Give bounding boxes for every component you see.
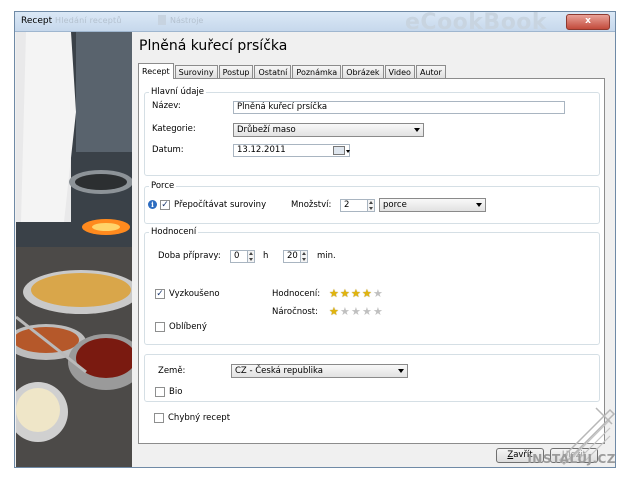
faulty-recipe-label: Chybný recept: [168, 413, 231, 423]
difficulty-label: Náročnost:: [272, 307, 318, 317]
close-icon: x: [585, 16, 591, 26]
main-info-group: Hlavní údaje Název: Plněná kuřecí prsíčk…: [144, 87, 600, 176]
star-icon[interactable]: ★: [329, 306, 340, 317]
tab-autor[interactable]: Autor: [415, 65, 446, 79]
quantity-stepper[interactable]: [367, 199, 375, 212]
score-stars[interactable]: ★ ★ ★ ★ ★: [329, 288, 384, 300]
star-icon[interactable]: ★: [362, 288, 373, 299]
portions-group: Porce i ✓ Přepočítávat suroviny Množství…: [144, 181, 600, 224]
tab-video[interactable]: Video: [384, 65, 415, 79]
tab-poznamka[interactable]: Poznámka: [292, 65, 342, 79]
unit-value: porce: [383, 200, 407, 210]
tab-postup[interactable]: Postup: [218, 65, 254, 79]
info-icon: i: [148, 200, 157, 209]
category-select[interactable]: Drůbeží maso: [233, 123, 424, 137]
window-title: Recept: [21, 16, 53, 26]
score-label: Hodnocení:: [272, 289, 321, 299]
faulty-recipe-checkbox[interactable]: [154, 413, 164, 423]
star-icon[interactable]: ★: [340, 306, 351, 317]
star-icon[interactable]: ★: [351, 288, 362, 299]
calendar-icon[interactable]: [333, 146, 345, 155]
recalc-label: Přepočítávat suroviny: [174, 200, 267, 210]
bio-label: Bio: [169, 387, 183, 397]
category-value: Drůbeží maso: [237, 125, 296, 135]
title-bar[interactable]: Recept Hledání receptů Nástroje eCookBoo…: [15, 10, 615, 35]
tab-obrazek[interactable]: Obrázek: [342, 65, 384, 79]
hours-unit: h: [263, 251, 269, 261]
background-tab-search: Hledání receptů: [55, 16, 122, 25]
country-label: Země:: [158, 366, 186, 376]
watermark-text: INSTALUJ.CZ: [527, 452, 616, 466]
recipe-window: Recept Hledání receptů Nástroje eCookBoo…: [14, 10, 616, 468]
chevron-down-icon: [414, 128, 420, 132]
star-icon[interactable]: ★: [351, 306, 362, 317]
tried-checkbox[interactable]: ✓: [155, 289, 165, 299]
tab-suroviny[interactable]: Suroviny: [174, 65, 218, 79]
star-icon[interactable]: ★: [373, 306, 384, 317]
favorite-label: Oblíbený: [169, 322, 207, 332]
window-close-button[interactable]: x: [566, 14, 610, 30]
date-value: 13.12.2011: [237, 145, 286, 155]
date-label: Datum:: [152, 145, 184, 155]
recalc-checkbox[interactable]: ✓: [160, 200, 170, 210]
rating-group: Hodnocení Doba přípravy: 0 h 20 min. ✓ V…: [144, 227, 600, 345]
tools-icon: [158, 15, 166, 25]
hours-input[interactable]: 0: [230, 250, 248, 263]
category-label: Kategorie:: [152, 124, 196, 134]
hours-stepper[interactable]: [247, 250, 255, 263]
difficulty-stars[interactable]: ★ ★ ★ ★ ★: [329, 306, 384, 318]
quantity-input[interactable]: 2: [340, 199, 368, 212]
portions-title: Porce: [149, 181, 177, 191]
origin-group: Země: CZ - Česká republika Bio: [144, 354, 600, 402]
minutes-input[interactable]: 20: [283, 250, 301, 263]
recept-tab-panel: Hlavní údaje Název: Plněná kuřecí prsíčk…: [138, 78, 605, 444]
rating-title: Hodnocení: [149, 227, 199, 237]
country-value: CZ - Česká republika: [235, 366, 323, 376]
prep-time-label: Doba přípravy:: [158, 251, 221, 261]
recipe-title: Plněná kuřecí prsíčka: [139, 38, 288, 54]
minutes-unit: min.: [317, 251, 336, 261]
star-icon[interactable]: ★: [373, 288, 384, 299]
background-tab-tools: Nástroje: [170, 16, 204, 25]
quantity-label: Množství:: [291, 200, 332, 210]
star-icon[interactable]: ★: [340, 288, 351, 299]
minutes-stepper[interactable]: [300, 250, 308, 263]
tried-label: Vyzkoušeno: [169, 289, 220, 299]
recipe-photo: [16, 32, 132, 467]
bio-checkbox[interactable]: [155, 387, 165, 397]
favorite-checkbox[interactable]: [155, 322, 165, 332]
main-info-title: Hlavní údaje: [149, 87, 207, 97]
recipe-content: Plněná kuřecí prsíčka Recept Suroviny Po…: [132, 32, 614, 466]
tab-recept[interactable]: Recept: [138, 63, 174, 79]
name-input[interactable]: Plněná kuřecí prsíčka: [233, 101, 565, 114]
date-chevron-icon[interactable]: [346, 150, 350, 153]
tab-bar: Recept Suroviny Postup Ostatní Poznámka …: [138, 63, 447, 79]
star-icon[interactable]: ★: [362, 306, 373, 317]
star-icon[interactable]: ★: [329, 288, 340, 299]
tab-ostatni[interactable]: Ostatní: [254, 65, 292, 79]
country-select[interactable]: CZ - Česká republika: [231, 364, 408, 378]
unit-select[interactable]: porce: [379, 198, 486, 212]
chevron-down-icon: [398, 369, 404, 373]
chevron-down-icon: [476, 203, 482, 207]
name-label: Název:: [152, 101, 181, 111]
